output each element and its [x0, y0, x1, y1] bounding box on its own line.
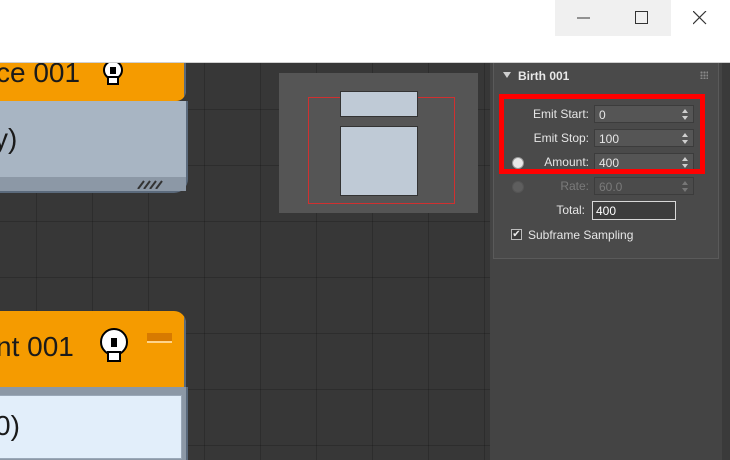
event-node-2-header[interactable]: nt 001 [0, 311, 186, 387]
window-titlebar [0, 0, 730, 63]
lightbulb-icon[interactable] [100, 63, 126, 89]
collapse-node-button[interactable] [147, 333, 172, 343]
subframe-sampling-label[interactable]: Subframe Sampling [528, 228, 633, 242]
rate-spinner[interactable]: 60.0 [594, 177, 694, 195]
close-button[interactable] [671, 0, 729, 36]
minimize-icon [577, 17, 590, 19]
event-node-1-operator: y) [0, 123, 18, 154]
event-node-1-header[interactable]: ce 001 [0, 63, 186, 101]
maximize-button[interactable] [613, 0, 671, 36]
close-icon [693, 11, 707, 25]
panel-scrollbar[interactable] [722, 63, 730, 460]
minimize-button[interactable] [555, 0, 613, 36]
resize-grip-icon[interactable] [136, 179, 168, 189]
event-node-1-footer [0, 177, 186, 191]
maximize-icon [635, 11, 648, 24]
birth-rollout-header[interactable]: Birth 001 [494, 63, 718, 89]
collapse-triangle-icon[interactable] [503, 72, 511, 78]
event-node-1-body[interactable]: y) [0, 101, 188, 193]
event-node-2-operator-row[interactable]: 0) [0, 395, 182, 459]
event-node-2-title: nt 001 [0, 331, 74, 362]
navigator-minimap[interactable] [279, 73, 478, 213]
event-node-2-body[interactable]: 0) [0, 387, 188, 460]
total-label: Total: [556, 203, 585, 217]
lightbulb-icon[interactable] [98, 327, 130, 367]
spinner-arrows-icon[interactable] [682, 181, 689, 192]
subframe-sampling-checkbox[interactable]: ✔ [511, 229, 522, 240]
particle-view-canvas[interactable]: ce 001 y) nt 001 0) [0, 63, 490, 460]
event-node-2-operator: 0) [0, 410, 20, 441]
rate-value: 60.0 [599, 180, 623, 194]
highlight-box [499, 94, 705, 174]
event-node-1-title: ce 001 [0, 63, 81, 88]
minimap-node-2 [340, 126, 418, 196]
total-field: 400 [592, 201, 676, 220]
rate-label: Rate: [560, 179, 589, 193]
drag-grip-icon[interactable] [700, 71, 708, 79]
minimap-node-1 [340, 91, 418, 117]
total-value: 400 [596, 204, 617, 218]
birth-rollout-title: Birth 001 [518, 69, 570, 83]
